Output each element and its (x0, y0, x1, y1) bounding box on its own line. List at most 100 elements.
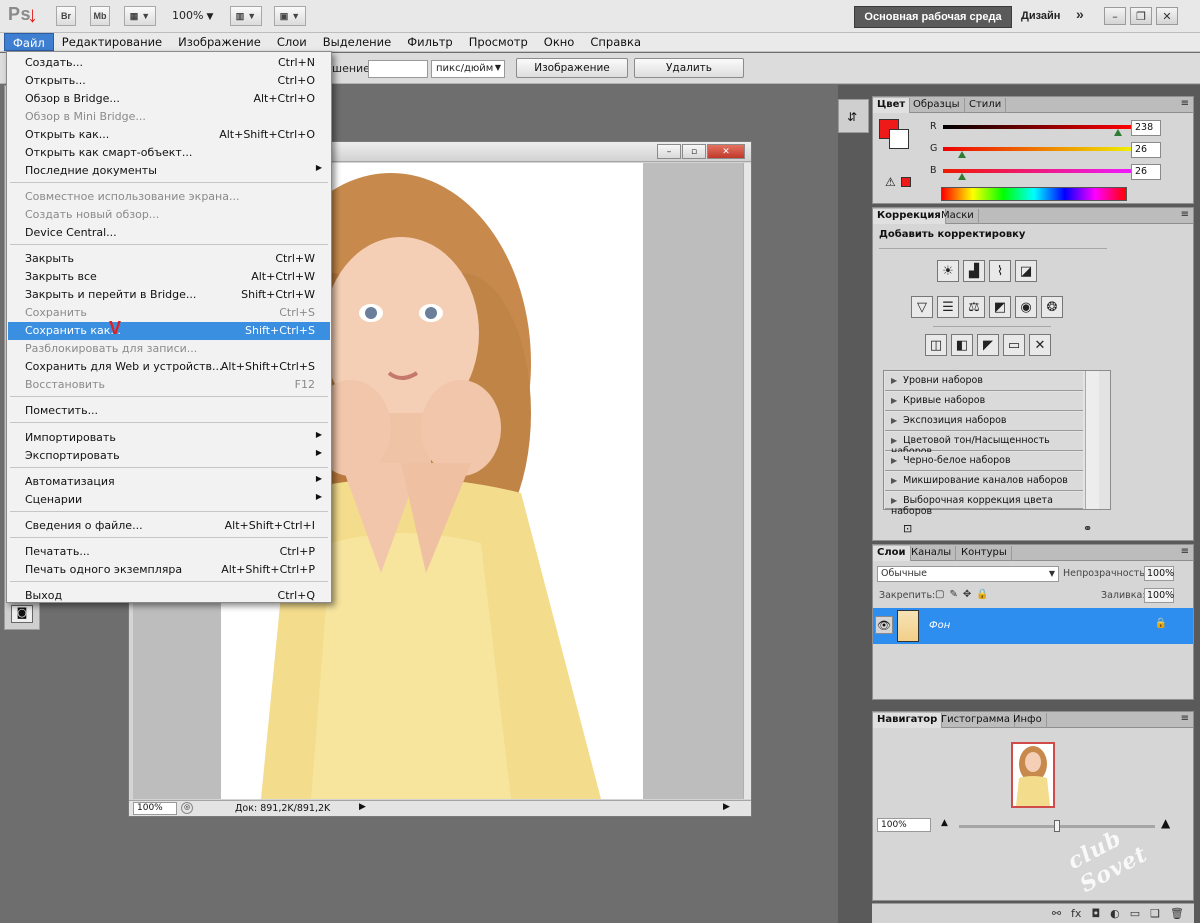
gradient-map-icon[interactable]: ▭ (1003, 334, 1025, 356)
doc-zoom-field[interactable]: 100% (133, 802, 177, 815)
preset-curves[interactable]: ▶ Кривые наборов (885, 392, 1083, 411)
menu-item-import[interactable]: Импортировать ▶ (8, 429, 330, 447)
menu-image[interactable]: Изображение (170, 33, 269, 51)
menu-item-open-smart-object[interactable]: Открыть как смарт-объект... (8, 144, 330, 162)
status-options-icon[interactable]: ◎ (181, 802, 193, 814)
green-value-field[interactable]: 26 (1131, 142, 1161, 158)
channel-mixer-icon[interactable]: ❂ (1041, 296, 1063, 318)
red-slider[interactable] (943, 125, 1131, 129)
preset-selective-color[interactable]: ▶ Выборочная коррекция цвета наборов (885, 492, 1083, 517)
preset-channel-mixer[interactable]: ▶ Микширование каналов наборов (885, 472, 1083, 491)
menu-item-device-central[interactable]: Device Central... (8, 224, 330, 242)
navigator-zoom-field[interactable]: 100% (877, 818, 931, 832)
menu-item-exit[interactable]: Выход Ctrl+Q (8, 587, 330, 605)
clear-button[interactable]: Удалить (634, 58, 744, 78)
exposure-icon[interactable]: ◪ (1015, 260, 1037, 282)
menu-item-print[interactable]: Печатать... Ctrl+P (8, 543, 330, 561)
tab-masks[interactable]: Маски (937, 209, 979, 224)
menu-select[interactable]: Выделение (315, 33, 400, 51)
lock-options-icons[interactable]: ▢✎✥🔒 (935, 589, 994, 600)
layer-name[interactable]: Фон (929, 620, 950, 631)
front-image-button[interactable]: Изображение (516, 58, 628, 78)
menu-view[interactable]: Просмотр (461, 33, 536, 51)
workspace-design-button[interactable]: Дизайн (1021, 10, 1060, 22)
arrange-documents-button[interactable]: ▥ ▼ (230, 6, 262, 26)
color-balance-icon[interactable]: ⚖ (963, 296, 985, 318)
menu-item-export[interactable]: Экспортировать ▶ (8, 447, 330, 465)
opacity-field[interactable]: 100% (1144, 566, 1174, 581)
menu-item-close-all[interactable]: Закрыть все Alt+Ctrl+W (8, 268, 330, 286)
menu-item-browse-bridge[interactable]: Обзор в Bridge... Alt+Ctrl+O (8, 90, 330, 108)
preset-levels[interactable]: ▶ Уровни наборов (885, 372, 1083, 391)
tab-swatches[interactable]: Образцы (909, 98, 965, 113)
tab-layers[interactable]: Слои (873, 546, 911, 561)
zoom-level-dropdown[interactable]: 100% ▼ (172, 9, 213, 22)
clip-layer-icon[interactable]: ⚭ (1083, 522, 1092, 535)
panel-menu-icon[interactable]: ≡ (1181, 546, 1189, 557)
units-select[interactable]: пикс/дюйм ▼ (431, 60, 505, 78)
add-mask-icon[interactable]: ◘ (1091, 907, 1100, 923)
fill-field[interactable]: 100% (1144, 588, 1174, 603)
zoom-out-icon[interactable]: ▲ (941, 818, 948, 828)
menu-item-save-as[interactable]: Сохранить как... Shift+Ctrl+S (8, 322, 330, 340)
mini-bridge-button[interactable]: Mb (90, 6, 110, 26)
menu-window[interactable]: Окно (536, 33, 583, 51)
brightness-icon[interactable]: ☀ (937, 260, 959, 282)
black-white-icon[interactable]: ◩ (989, 296, 1011, 318)
menu-layers[interactable]: Слои (269, 33, 315, 51)
vibrance-icon[interactable]: ▽ (911, 296, 933, 318)
resolution-input[interactable] (368, 60, 428, 78)
blend-mode-select[interactable]: Обычные ▼ (877, 566, 1059, 582)
blue-slider[interactable] (943, 169, 1131, 173)
quick-mask-icon[interactable]: ◙ (11, 605, 33, 623)
menu-item-open-as[interactable]: Открыть как... Alt+Shift+Ctrl+O (8, 126, 330, 144)
layer-row[interactable]: 👁 Фон 🔒 (873, 608, 1193, 644)
history-icon[interactable]: ⇵ (847, 110, 857, 124)
menu-help[interactable]: Справка (582, 33, 649, 51)
workspace-essentials-button[interactable]: Основная рабочая среда (854, 6, 1012, 28)
view-extras-button[interactable]: ▦ ▼ (124, 6, 156, 26)
green-slider-thumb[interactable] (957, 151, 966, 158)
preset-hue-saturation[interactable]: ▶Цветовой тон/Насыщенность наборов (885, 432, 1083, 457)
blue-value-field[interactable]: 26 (1131, 164, 1161, 180)
scroll-right-arrow-icon[interactable]: ▶ (723, 802, 730, 812)
return-to-list-icon[interactable]: ⊡ (903, 522, 912, 535)
screen-mode-button[interactable]: ▣ ▼ (274, 6, 306, 26)
adjustment-layer-icon[interactable]: ◐ (1110, 907, 1120, 923)
menu-item-close-go-bridge[interactable]: Закрыть и перейти в Bridge... Shift+Ctrl+… (8, 286, 330, 304)
panel-menu-icon[interactable]: ≡ (1181, 713, 1189, 724)
eye-icon[interactable]: 👁 (875, 616, 893, 634)
tab-paths[interactable]: Контуры (957, 546, 1012, 561)
trash-icon[interactable]: 🗑 (1170, 907, 1184, 923)
red-slider-thumb[interactable] (1113, 129, 1122, 136)
restore-button[interactable]: ❐ (1130, 7, 1152, 25)
group-folder-icon[interactable]: ▭ (1130, 907, 1140, 923)
menu-item-file-info[interactable]: Сведения о файле... Alt+Shift+Ctrl+I (8, 517, 330, 535)
background-color-swatch[interactable] (889, 129, 909, 149)
curves-icon[interactable]: ⌇ (989, 260, 1011, 282)
color-spectrum-ramp[interactable] (941, 187, 1127, 201)
tab-styles[interactable]: Стили (965, 98, 1007, 113)
selective-color-icon[interactable]: ✕ (1029, 334, 1051, 356)
menu-item-close[interactable]: Закрыть Ctrl+W (8, 250, 330, 268)
gamut-color-swatch[interactable] (901, 177, 911, 187)
doc-close-button[interactable]: ✕ (707, 144, 745, 159)
tab-navigator[interactable]: Навигатор (873, 713, 943, 728)
new-layer-icon[interactable]: ❑ (1150, 907, 1160, 923)
tab-adjustments[interactable]: Коррекция (873, 209, 946, 224)
tab-color[interactable]: Цвет (873, 98, 911, 113)
menu-item-recent-documents[interactable]: Последние документы ▶ (8, 162, 330, 180)
tab-info[interactable]: Инфо (1009, 713, 1047, 728)
workspace-more-button[interactable]: » (1076, 6, 1084, 22)
status-menu-arrow-icon[interactable]: ▶ (359, 802, 366, 812)
menu-edit[interactable]: Редактирование (54, 33, 170, 51)
green-slider[interactable] (943, 147, 1131, 151)
menu-item-open[interactable]: Открыть... Ctrl+O (8, 72, 330, 90)
close-app-button[interactable]: ✕ (1156, 7, 1178, 25)
photo-filter-icon[interactable]: ◉ (1015, 296, 1037, 318)
preset-exposure[interactable]: ▶ Экспозиция наборов (885, 412, 1083, 431)
red-value-field[interactable]: 238 (1131, 120, 1161, 136)
posterize-icon[interactable]: ◧ (951, 334, 973, 356)
menu-item-new[interactable]: Создать... Ctrl+N (8, 54, 330, 72)
navigator-preview[interactable] (1011, 742, 1055, 808)
